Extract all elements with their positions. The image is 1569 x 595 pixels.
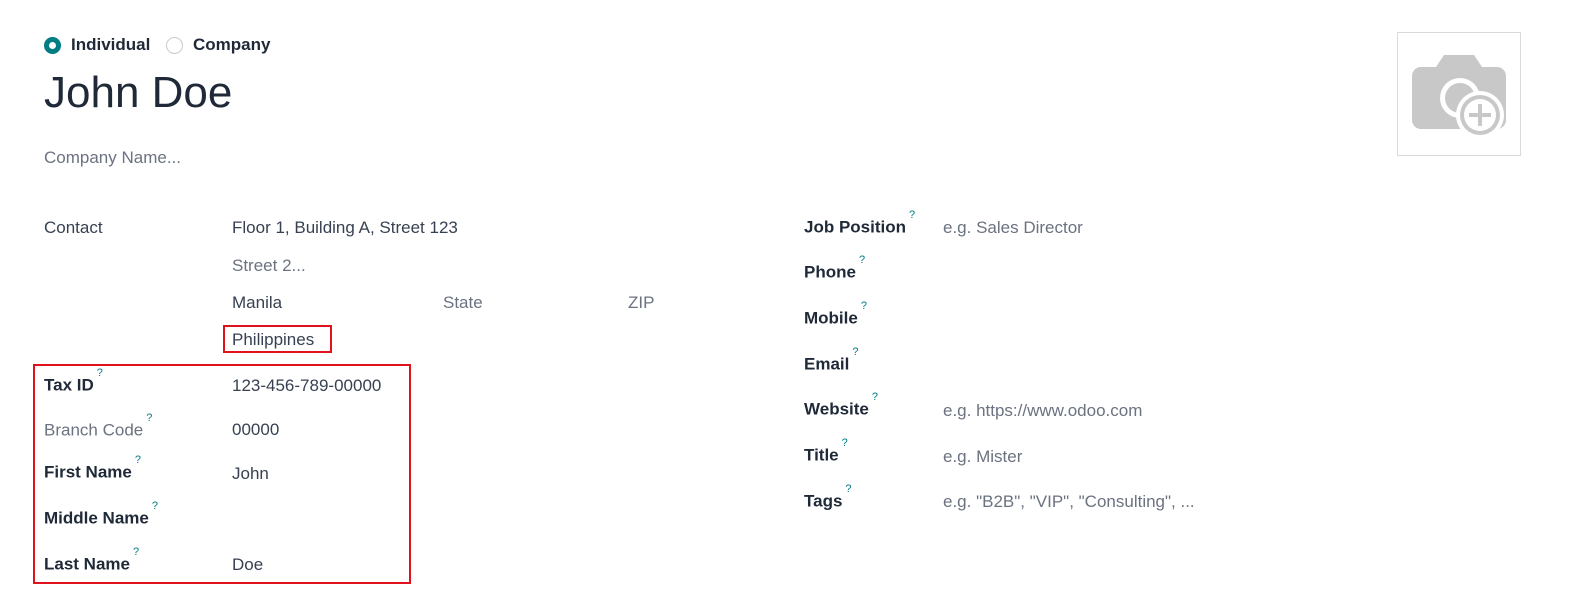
help-icon[interactable]: ?: [909, 209, 915, 221]
company-radio-label[interactable]: Company: [193, 35, 270, 55]
help-icon[interactable]: ?: [842, 437, 848, 449]
email-input[interactable]: [943, 354, 1243, 374]
camera-plus-icon: [1412, 55, 1506, 139]
country-highlight-box: [223, 325, 332, 353]
state-select[interactable]: State: [443, 293, 483, 313]
individual-radio[interactable]: [44, 37, 61, 54]
street2-input[interactable]: Street 2...: [232, 256, 306, 276]
mobile-input[interactable]: [943, 308, 1243, 328]
job-position-input[interactable]: e.g. Sales Director: [943, 218, 1083, 238]
phone-label: Phone?: [804, 254, 866, 282]
help-icon[interactable]: ?: [859, 254, 865, 266]
phone-input[interactable]: [943, 262, 1243, 282]
website-input[interactable]: e.g. https://www.odoo.com: [943, 401, 1142, 421]
ph-fields-highlight-box: [33, 364, 411, 584]
company-radio[interactable]: [166, 37, 183, 54]
individual-radio-label[interactable]: Individual: [71, 35, 150, 55]
help-icon[interactable]: ?: [861, 300, 867, 312]
street-input[interactable]: Floor 1, Building A, Street 123: [232, 218, 458, 238]
city-input[interactable]: Manila: [232, 293, 282, 313]
tags-input[interactable]: e.g. "B2B", "VIP", "Consulting", ...: [943, 492, 1195, 512]
title-label: Title?: [804, 437, 848, 465]
zip-input[interactable]: ZIP: [628, 293, 654, 313]
job-position-label: Job Position?: [804, 209, 916, 237]
help-icon[interactable]: ?: [845, 483, 851, 495]
contact-address-label: Contact: [44, 218, 103, 237]
mobile-label: Mobile?: [804, 300, 867, 328]
help-icon[interactable]: ?: [872, 391, 878, 403]
company-name-input[interactable]: Company Name...: [44, 148, 181, 168]
title-select[interactable]: e.g. Mister: [943, 447, 1022, 467]
avatar[interactable]: [1397, 32, 1521, 156]
help-icon[interactable]: ?: [852, 346, 858, 358]
tags-label: Tags?: [804, 483, 852, 511]
website-label: Website?: [804, 391, 878, 419]
email-label: Email?: [804, 346, 859, 374]
partner-name-input[interactable]: John Doe: [44, 68, 232, 118]
